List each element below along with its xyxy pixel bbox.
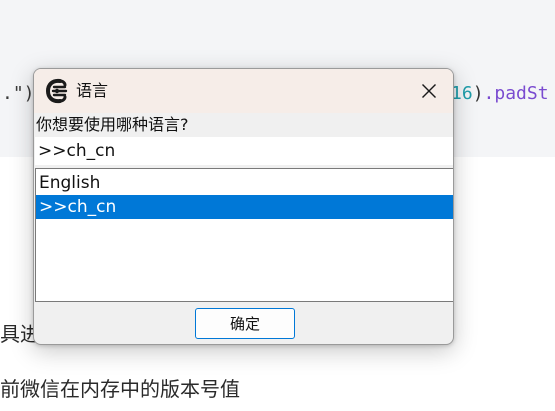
list-item-ch-cn[interactable]: >>ch_cn — [36, 195, 453, 219]
code-paren: ) — [472, 83, 484, 104]
code-method: .padSt — [483, 83, 549, 104]
code-fragment-left: .") — [2, 83, 35, 104]
list-item-english[interactable]: English — [36, 171, 453, 195]
dialog-title: 语言 — [76, 81, 109, 100]
code-number: 16 — [451, 83, 473, 104]
close-button[interactable] — [405, 69, 453, 113]
background-text-line-2: 前微信在内存中的版本号值 — [0, 377, 240, 401]
cheat-engine-crab-icon — [45, 78, 68, 104]
language-input[interactable] — [35, 137, 453, 165]
language-dialog: 语言 你想要使用哪种语言? English >>ch_cn 确定 — [33, 68, 454, 345]
language-listbox[interactable]: English >>ch_cn — [35, 168, 453, 302]
language-prompt: 你想要使用哪种语言? — [36, 115, 189, 134]
ok-button[interactable]: 确定 — [195, 308, 295, 339]
dialog-titlebar: 语言 — [34, 69, 453, 113]
code-fragment-right: 16).padSt — [451, 80, 549, 108]
close-icon — [422, 84, 436, 98]
